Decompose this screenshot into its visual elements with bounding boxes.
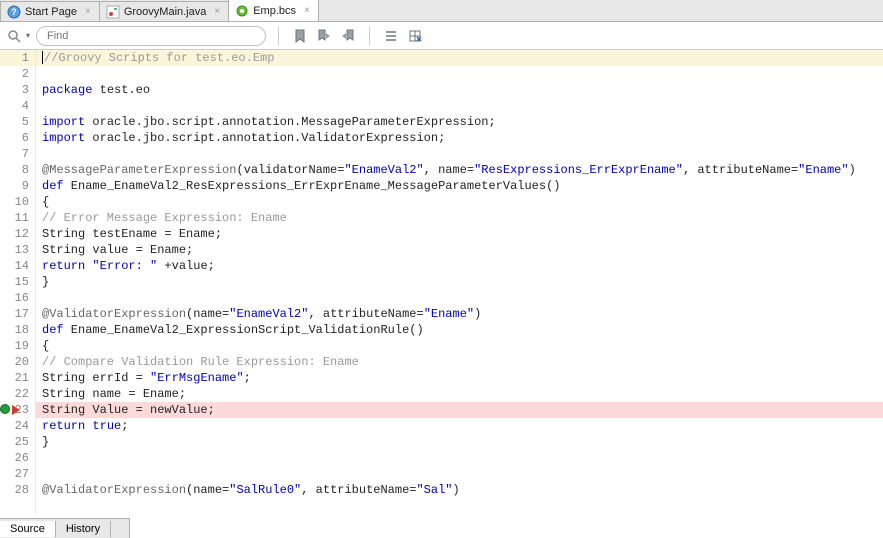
text-cursor [42,51,43,64]
tab-groovymain[interactable]: GroovyMain.java × [99,1,229,21]
line-number: 3 [0,82,35,98]
bottom-tab-bar: Source History [0,518,130,538]
grid-icon[interactable] [406,27,424,45]
java-icon [106,5,120,19]
editor-area: 1 2 3 4 5 6 7 8 9 10 11 12 13 14 15 16 1… [0,50,883,514]
search-icon[interactable] [6,28,22,44]
gutter: 1 2 3 4 5 6 7 8 9 10 11 12 13 14 15 16 1… [0,50,36,514]
tab-source[interactable]: Source [0,521,56,537]
chevron-down-icon[interactable]: ▾ [26,31,30,40]
line-number: 8 [0,162,35,178]
close-icon[interactable]: × [304,5,310,16]
line-number: 28 [0,482,35,498]
line-number: 7 [0,146,35,162]
tab-bar: ? Start Page × GroovyMain.java × Emp.bcs… [0,0,883,22]
close-icon[interactable]: × [85,6,91,17]
line-number: 11 [0,210,35,226]
line-number: 24 [0,418,35,434]
line-number: 4 [0,98,35,114]
line-number: 5 [0,114,35,130]
separator [369,27,370,45]
line-number: 15 [0,274,35,290]
list-icon[interactable] [382,27,400,45]
line-number: 10 [0,194,35,210]
editor-toolbar: ▾ [0,22,883,50]
bookmark-icon[interactable] [291,27,309,45]
line-number: 2 [0,66,35,82]
line-number: 20 [0,354,35,370]
tab-label: Emp.bcs [253,5,296,17]
line-number: 13 [0,242,35,258]
bookmark-prev-icon[interactable] [339,27,357,45]
code-content[interactable]: //Groovy Scripts for test.eo.Emp package… [36,50,883,514]
tab-label: Start Page [25,6,77,18]
line-number: 9 [0,178,35,194]
tab-emp-bcs[interactable]: Emp.bcs × [228,0,319,21]
line-number: 1 [0,50,35,66]
line-number: 16 [0,290,35,306]
line-number: 12 [0,226,35,242]
breakpoint-icon[interactable] [0,404,10,414]
bookmark-next-icon[interactable] [315,27,333,45]
line-number: 18 [0,322,35,338]
line-number: 26 [0,450,35,466]
line-number: 21 [0,370,35,386]
line-number: 6 [0,130,35,146]
tab-start-page[interactable]: ? Start Page × [0,1,100,21]
tab-history[interactable]: History [56,521,111,537]
separator [278,27,279,45]
execution-arrow-icon [12,405,20,415]
line-number: 19 [0,338,35,354]
line-number: 25 [0,434,35,450]
line-number: 22 [0,386,35,402]
svg-text:?: ? [11,7,17,17]
tab-label: GroovyMain.java [124,6,207,18]
line-number: 27 [0,466,35,482]
line-number: 17 [0,306,35,322]
line-number: 14 [0,258,35,274]
file-icon [235,4,249,18]
help-icon: ? [7,5,21,19]
line-number: 23 [0,402,35,418]
close-icon[interactable]: × [214,6,220,17]
find-input[interactable] [36,26,266,46]
